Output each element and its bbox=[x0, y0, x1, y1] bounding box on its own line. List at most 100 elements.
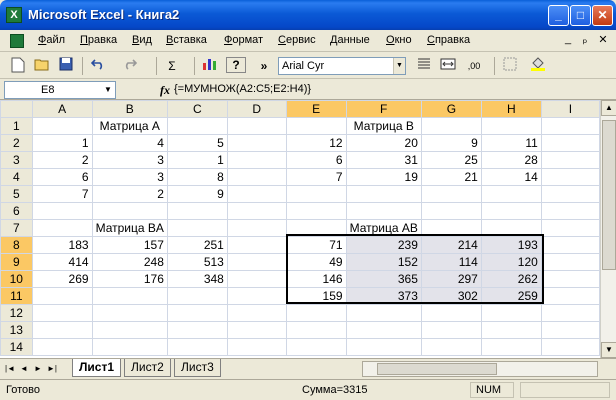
row-header[interactable]: 9 bbox=[0, 253, 33, 271]
hscroll-thumb[interactable] bbox=[377, 363, 497, 375]
cell-e14[interactable] bbox=[285, 338, 347, 356]
autosum-icon[interactable]: Σ bbox=[162, 57, 182, 75]
cell-b3[interactable]: 3 bbox=[91, 151, 168, 169]
cell-a12[interactable] bbox=[31, 304, 93, 322]
row-header[interactable]: 14 bbox=[0, 338, 33, 356]
menu-view[interactable]: Вид bbox=[132, 34, 152, 46]
horizontal-scrollbar[interactable] bbox=[362, 361, 598, 377]
row-header[interactable]: 12 bbox=[0, 304, 33, 322]
cell-d8[interactable] bbox=[226, 236, 287, 254]
cell-b2[interactable]: 4 bbox=[91, 134, 168, 152]
cell-e13[interactable] bbox=[285, 321, 347, 339]
row-header[interactable]: 1 bbox=[0, 117, 33, 135]
align-left-icon[interactable] bbox=[414, 57, 434, 75]
cell-d14[interactable] bbox=[226, 338, 287, 356]
row-header[interactable]: 10 bbox=[0, 270, 33, 288]
menu-tools[interactable]: Сервис bbox=[278, 34, 316, 46]
cell-f7[interactable]: Матрица AB bbox=[345, 219, 422, 237]
cell-i1[interactable] bbox=[540, 117, 600, 135]
cell-c3[interactable]: 1 bbox=[166, 151, 228, 169]
column-header-e[interactable]: E bbox=[285, 100, 347, 118]
cell-b5[interactable]: 2 bbox=[91, 185, 168, 203]
cell-b11[interactable] bbox=[91, 287, 168, 305]
borders-icon[interactable] bbox=[500, 57, 520, 75]
cell-c14[interactable] bbox=[166, 338, 228, 356]
cell-g14[interactable] bbox=[420, 338, 482, 356]
scroll-down-icon[interactable]: ▼ bbox=[601, 342, 616, 358]
cell-i7[interactable] bbox=[540, 219, 600, 237]
cell-f9[interactable]: 152 bbox=[345, 253, 422, 271]
cell-d6[interactable] bbox=[226, 202, 287, 220]
row-header[interactable]: 8 bbox=[0, 236, 33, 254]
tab-sheet2[interactable]: Лист2 bbox=[124, 359, 171, 377]
prev-sheet-icon[interactable]: ◄ bbox=[18, 363, 30, 375]
cell-g9[interactable]: 114 bbox=[420, 253, 482, 271]
cell-c1[interactable] bbox=[166, 117, 228, 135]
cell-h13[interactable] bbox=[480, 321, 542, 339]
cell-e11[interactable]: 159 bbox=[285, 287, 347, 305]
cell-i8[interactable] bbox=[540, 236, 600, 254]
cell-d4[interactable] bbox=[226, 168, 287, 186]
column-header-b[interactable]: B bbox=[91, 100, 168, 118]
cell-d1[interactable] bbox=[226, 117, 287, 135]
chart-icon[interactable] bbox=[200, 57, 220, 75]
cell-c11[interactable] bbox=[166, 287, 228, 305]
cell-d12[interactable] bbox=[226, 304, 287, 322]
cell-c12[interactable] bbox=[166, 304, 228, 322]
cell-f4[interactable]: 19 bbox=[345, 168, 422, 186]
cell-b14[interactable] bbox=[91, 338, 168, 356]
cell-h10[interactable]: 262 bbox=[480, 270, 542, 288]
cell-d5[interactable] bbox=[226, 185, 287, 203]
formula-input[interactable]: {=МУМНОЖ(A2:C5;E2:H4)} bbox=[174, 83, 311, 95]
cell-a11[interactable] bbox=[31, 287, 93, 305]
cell-i3[interactable] bbox=[540, 151, 600, 169]
increase-decimal-icon[interactable]: ,00 bbox=[464, 57, 484, 75]
cell-b12[interactable] bbox=[91, 304, 168, 322]
column-header-g[interactable]: G bbox=[420, 100, 482, 118]
chevron-down-icon[interactable]: ▼ bbox=[102, 83, 114, 97]
cell-e9[interactable]: 49 bbox=[285, 253, 347, 271]
merge-center-icon[interactable] bbox=[438, 57, 458, 75]
cell-g12[interactable] bbox=[420, 304, 482, 322]
first-sheet-icon[interactable]: |◄ bbox=[4, 363, 16, 375]
fill-color-icon[interactable] bbox=[528, 57, 548, 75]
column-header-a[interactable]: A bbox=[31, 100, 93, 118]
next-sheet-icon[interactable]: ► bbox=[32, 363, 44, 375]
cell-f11[interactable]: 373 bbox=[345, 287, 422, 305]
column-header-f[interactable]: F bbox=[345, 100, 422, 118]
scroll-thumb[interactable] bbox=[602, 120, 616, 270]
open-icon[interactable] bbox=[32, 57, 52, 75]
cell-f12[interactable] bbox=[345, 304, 422, 322]
minimize-button[interactable]: _ bbox=[548, 5, 569, 26]
cell-g8[interactable]: 214 bbox=[420, 236, 482, 254]
cell-i13[interactable] bbox=[540, 321, 600, 339]
close-button[interactable]: ✕ bbox=[592, 5, 613, 26]
cell-g5[interactable] bbox=[420, 185, 482, 203]
cell-e10[interactable]: 146 bbox=[285, 270, 347, 288]
cell-g2[interactable]: 9 bbox=[420, 134, 482, 152]
cell-c8[interactable]: 251 bbox=[166, 236, 228, 254]
excel-icon[interactable]: X bbox=[6, 7, 22, 23]
workbook-icon[interactable] bbox=[10, 34, 24, 48]
cell-g11[interactable]: 302 bbox=[420, 287, 482, 305]
cell-a5[interactable]: 7 bbox=[31, 185, 93, 203]
row-header[interactable]: 13 bbox=[0, 321, 33, 339]
cell-h9[interactable]: 120 bbox=[480, 253, 542, 271]
menu-window[interactable]: Окно bbox=[386, 34, 412, 46]
doc-close-button[interactable]: ✕ bbox=[596, 33, 610, 46]
row-header[interactable]: 5 bbox=[0, 185, 33, 203]
cell-d9[interactable] bbox=[226, 253, 287, 271]
scroll-up-icon[interactable]: ▲ bbox=[601, 100, 616, 116]
cell-c5[interactable]: 9 bbox=[166, 185, 228, 203]
row-header[interactable]: 2 bbox=[0, 134, 33, 152]
cell-a8[interactable]: 183 bbox=[31, 236, 93, 254]
cell-a13[interactable] bbox=[31, 321, 93, 339]
cell-i10[interactable] bbox=[540, 270, 600, 288]
cell-h1[interactable] bbox=[480, 117, 542, 135]
cell-h14[interactable] bbox=[480, 338, 542, 356]
menu-edit[interactable]: Правка bbox=[80, 34, 117, 46]
cell-d10[interactable] bbox=[226, 270, 287, 288]
cell-e8[interactable]: 71 bbox=[285, 236, 347, 254]
cell-d3[interactable] bbox=[226, 151, 287, 169]
cell-g13[interactable] bbox=[420, 321, 482, 339]
